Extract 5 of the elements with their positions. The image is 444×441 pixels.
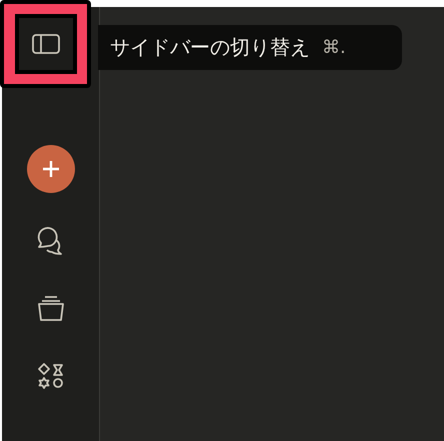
sidebar-icon (32, 34, 60, 54)
tooltip-label: サイドバーの切り替え (110, 34, 310, 61)
shortcut-label: ⌘. (322, 37, 346, 58)
new-chat-button[interactable] (26, 145, 74, 193)
sidebar-toggle-button[interactable] (14, 14, 76, 74)
